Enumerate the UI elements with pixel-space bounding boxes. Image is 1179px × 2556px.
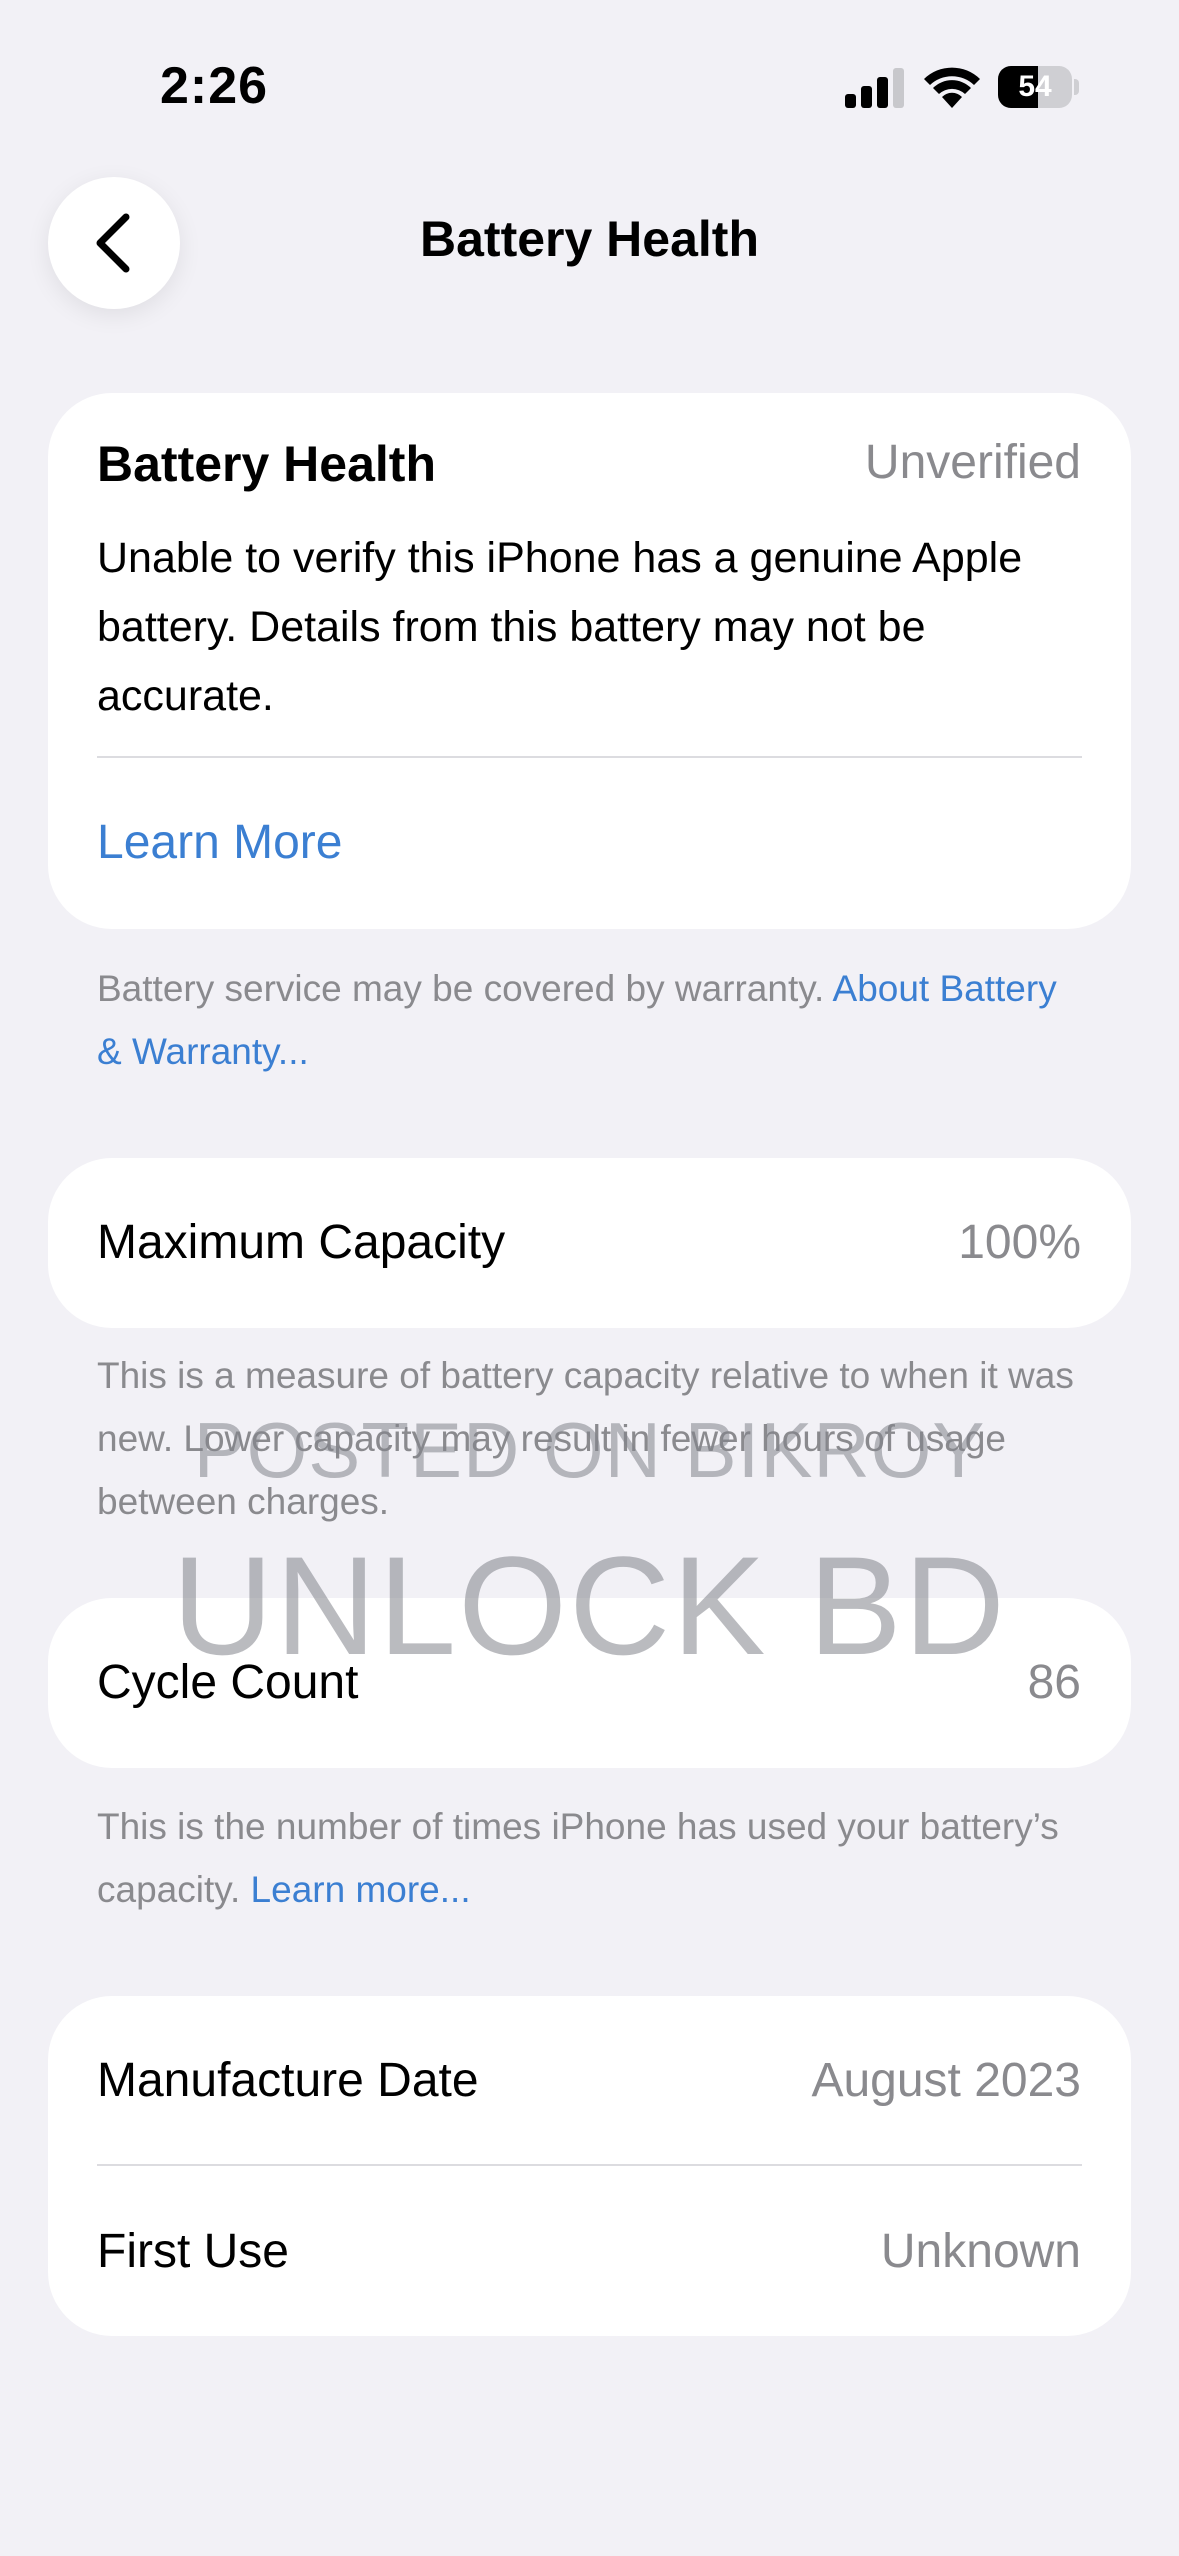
first-use-label: First Use (97, 2225, 289, 2278)
battery-level: 54 (1018, 70, 1052, 103)
cycle-learn-more-link[interactable]: Learn more... (251, 1869, 471, 1910)
battery-icon: 54 (998, 66, 1080, 108)
dates-card (48, 1996, 1131, 2336)
warranty-note: Battery service may be covered by warran… (97, 957, 1087, 1083)
divider (97, 756, 1082, 758)
watermark-unlock-bd: UNLOCK BD (172, 1527, 1007, 1684)
manufacture-date-value: August 2023 (811, 2054, 1081, 2107)
first-use-value: Unknown (880, 2225, 1081, 2278)
cycle-count-note: This is the number of times iPhone has u… (97, 1795, 1087, 1921)
divider (97, 2164, 1082, 2166)
watermark-posted-on: POSTED ON BIKROY (193, 1406, 986, 1494)
cellular-signal-icon (845, 68, 904, 108)
battery-health-description: Unable to verify this iPhone has a genui… (97, 534, 1023, 720)
wifi-icon (924, 67, 980, 108)
maximum-capacity-value: 100% (958, 1216, 1081, 1269)
maximum-capacity-label: Maximum Capacity (97, 1216, 506, 1269)
learn-more-link[interactable]: Learn More (97, 815, 342, 870)
battery-health-title: Battery Health (97, 436, 436, 492)
page-title: Battery Health (420, 211, 759, 267)
manufacture-date-label: Manufacture Date (97, 2054, 479, 2107)
status-time: 2:26 (160, 57, 269, 115)
warranty-note-text: Battery service may be covered by warran… (97, 968, 833, 1009)
battery-health-status: Unverified (864, 436, 1081, 489)
cycle-count-note-text: This is the number of times iPhone has u… (97, 1806, 1059, 1910)
